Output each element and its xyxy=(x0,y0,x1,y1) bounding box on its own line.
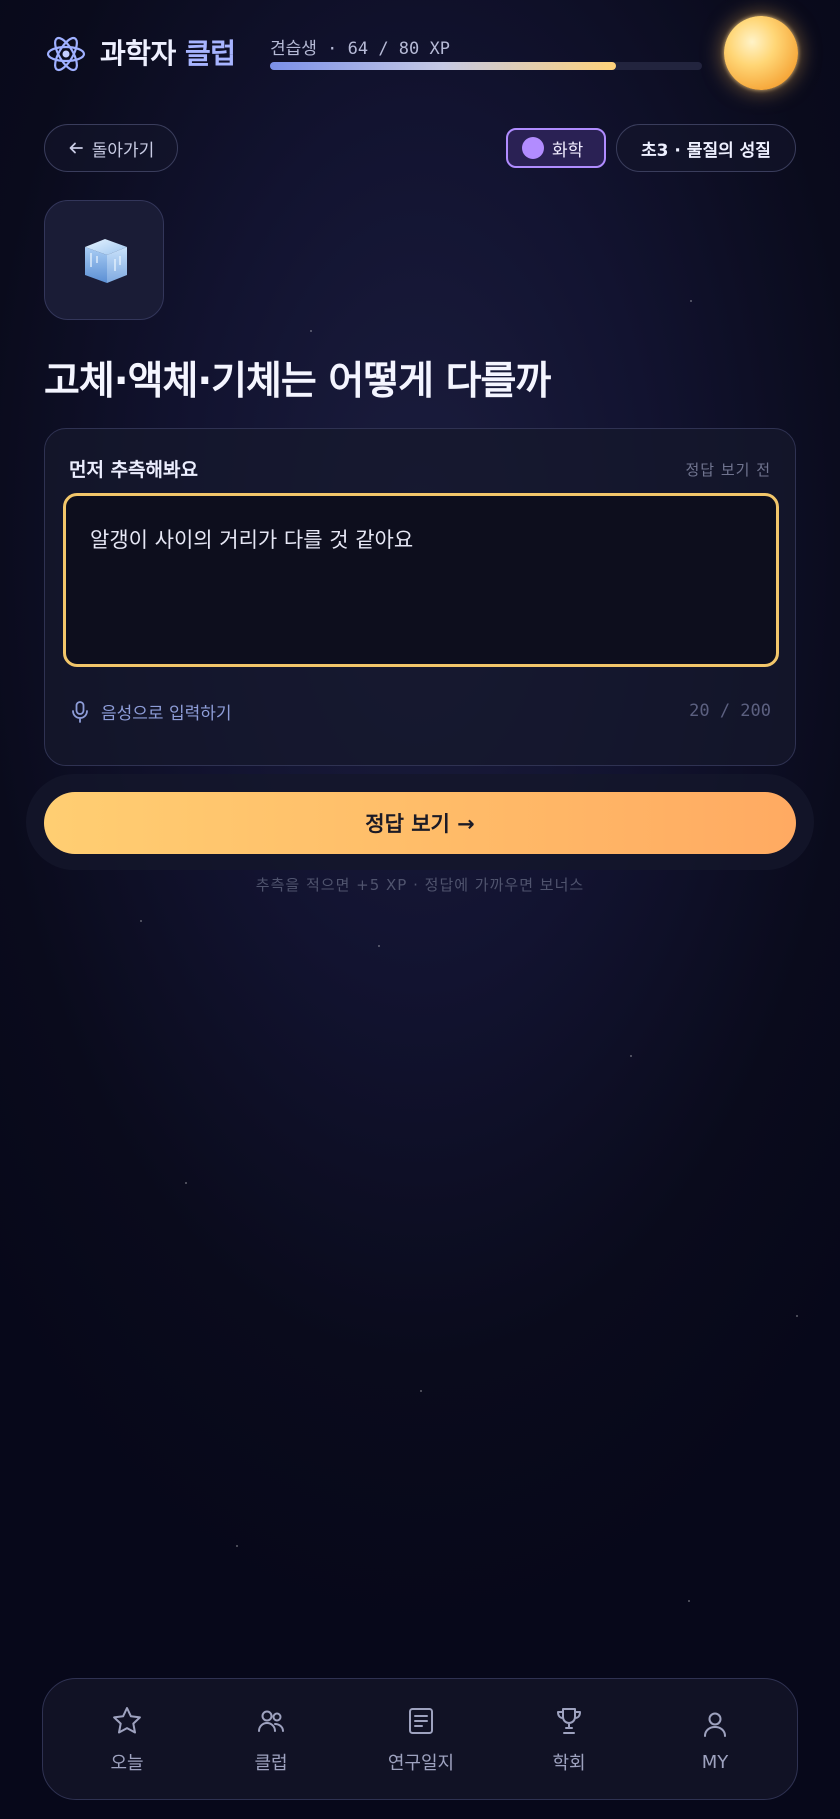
atom-icon xyxy=(46,36,86,72)
app-title: 과학자 클럽 xyxy=(100,32,236,72)
nav-label: 학회 xyxy=(552,1753,586,1774)
arrow-left-icon xyxy=(69,142,83,154)
back-button-label: 돌아가기 xyxy=(91,140,155,161)
sun-avatar-button[interactable] xyxy=(724,16,798,90)
guess-input[interactable]: 알갱이 사이의 거리가 다를 것 같아요 xyxy=(63,493,779,667)
star-icon xyxy=(113,1707,141,1734)
trophy-icon xyxy=(557,1708,581,1734)
nav-label: MY xyxy=(701,1751,729,1773)
nav-item-journal[interactable]: 연구일지 xyxy=(351,1679,491,1801)
nav-item-society[interactable]: 학회 xyxy=(499,1679,639,1801)
bottom-nav: 오늘 클럽 연구일지 학회 MY xyxy=(42,1678,798,1800)
subject-label: 화학 xyxy=(552,140,584,161)
nav-label: 오늘 xyxy=(110,1753,144,1774)
subject-dot-icon xyxy=(522,137,544,159)
user-icon xyxy=(704,1712,726,1737)
nav-item-today[interactable]: 오늘 xyxy=(57,1679,197,1801)
unit-chip[interactable]: 초3 · 물질의 성질 xyxy=(616,124,796,172)
voice-input-button[interactable]: 음성으로 입력하기 xyxy=(71,699,232,724)
xp-progress-bar xyxy=(270,62,702,70)
nav-label: 연구일지 xyxy=(387,1753,455,1774)
nav-label: 클럽 xyxy=(254,1753,288,1774)
notebook-icon xyxy=(409,1708,433,1734)
nav-item-club[interactable]: 클럽 xyxy=(201,1679,341,1801)
app-header: 과학자 클럽 견습생 · 64 / 80 XP xyxy=(0,0,840,110)
ice-cube-icon xyxy=(85,239,127,283)
show-answer-label: 정답 보기 → xyxy=(365,812,475,836)
guess-card-state: 정답 보기 전 xyxy=(685,461,771,479)
nav-item-my[interactable]: MY xyxy=(645,1679,785,1801)
subject-chip[interactable]: 화학 xyxy=(506,128,606,168)
topic-title: 고체·액체·기체는 어떻게 다를까 xyxy=(44,359,551,404)
xp-hint-text: 추측을 적으면 +5 XP · 정답에 가까우면 보너스 xyxy=(255,876,585,894)
rank-xp-text: 견습생 · 64 / 80 XP xyxy=(270,39,450,59)
app-title-accent: 클럽 xyxy=(185,37,236,70)
topic-icon-tile xyxy=(44,200,164,320)
xp-progress-fill xyxy=(270,62,616,70)
character-counter: 20 / 200 xyxy=(689,701,771,721)
unit-label: 초3 · 물질의 성질 xyxy=(641,140,771,161)
voice-input-label: 음성으로 입력하기 xyxy=(101,704,232,724)
back-button[interactable]: 돌아가기 xyxy=(44,124,178,172)
show-answer-button[interactable]: 정답 보기 → xyxy=(44,792,796,854)
users-icon xyxy=(258,1710,284,1732)
guess-card: 먼저 추측해봐요 정답 보기 전 알갱이 사이의 거리가 다를 것 같아요 음성… xyxy=(44,428,796,766)
guess-card-label: 먼저 추측해봐요 xyxy=(69,459,198,481)
app-title-main: 과학자 xyxy=(100,37,176,70)
microphone-icon xyxy=(72,700,88,723)
